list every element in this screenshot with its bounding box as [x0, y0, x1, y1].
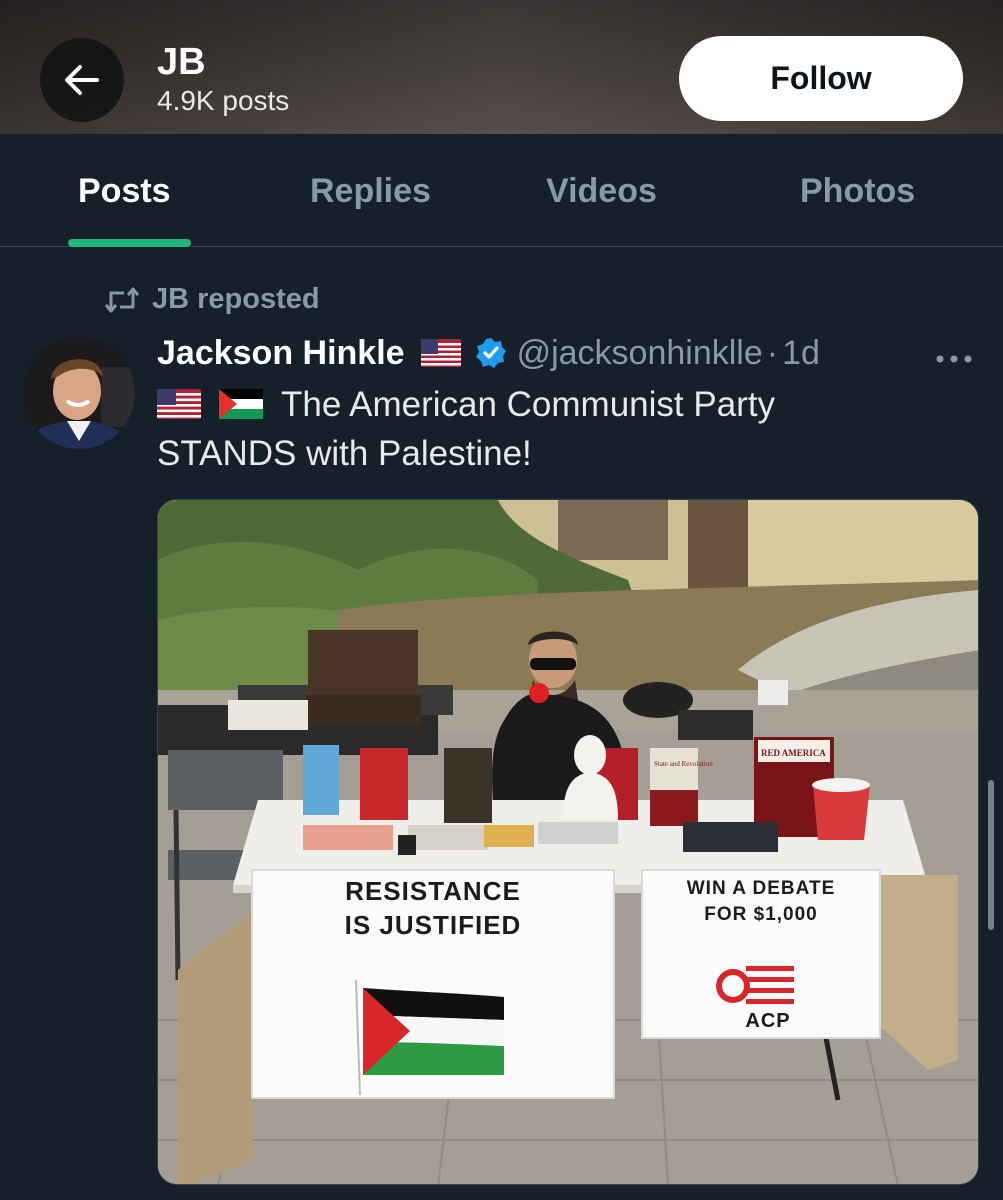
more-horizontal-icon [936, 355, 972, 363]
sign-right-line1: WIN A DEBATE [687, 878, 836, 899]
sign-left-line1: RESISTANCE [345, 876, 521, 906]
book-red-america-label: RED AMERICA [761, 748, 826, 758]
arrow-left-icon [65, 65, 99, 95]
profile-tabs: Posts Replies Videos Photos [0, 134, 1003, 247]
profile-name: JB [157, 41, 206, 83]
post-text-line1: The American Communist Party [281, 385, 776, 424]
repost-icon [104, 287, 140, 312]
tab-videos[interactable]: Videos [546, 172, 657, 211]
author-name[interactable]: Jackson Hinkle [157, 331, 405, 375]
back-button[interactable] [40, 38, 124, 122]
repost-context[interactable]: JB reposted [104, 283, 320, 316]
profile-header: JB 4.9K posts Follow [0, 0, 1003, 134]
avatar-image [23, 337, 135, 449]
header-title-block: JB 4.9K posts [157, 42, 289, 118]
us-flag-emoji-icon [157, 389, 201, 419]
posts-count: 4.9K posts [157, 85, 290, 116]
tab-posts[interactable]: Posts [78, 172, 171, 211]
sign-left-line2: IS JUSTIFIED [345, 910, 522, 940]
photo-scene: RED AMERICA State and Revolution RESISTA… [158, 500, 978, 1184]
avatar[interactable] [23, 337, 135, 449]
tab-photos[interactable]: Photos [800, 172, 915, 211]
active-tab-indicator [68, 239, 191, 247]
tab-replies[interactable]: Replies [310, 172, 431, 211]
post-time[interactable]: 1d [782, 331, 820, 375]
post-photo[interactable]: RED AMERICA State and Revolution RESISTA… [157, 499, 979, 1185]
scrollbar[interactable] [988, 780, 994, 930]
sign-right-logo-text: ACP [745, 1010, 790, 1032]
post-text-line2: STANDS with Palestine! [157, 434, 532, 473]
us-flag-icon [420, 339, 461, 367]
sign-right-line2: FOR $1,000 [704, 904, 818, 925]
repost-label: JB reposted [152, 283, 320, 315]
time-separator: · [766, 334, 779, 372]
follow-button[interactable]: Follow [679, 36, 963, 121]
book-state-revolution-label: State and Revolution [654, 760, 713, 768]
verified-badge-icon [475, 338, 506, 368]
post-text: The American Communist Party STANDS with… [157, 380, 957, 478]
more-options-button[interactable] [934, 336, 974, 373]
author-line: Jackson Hinkle @jacksonhinklle · 1d [157, 331, 820, 375]
palestine-flag-emoji-icon [219, 389, 263, 419]
author-handle[interactable]: @jacksonhinklle [517, 331, 763, 375]
